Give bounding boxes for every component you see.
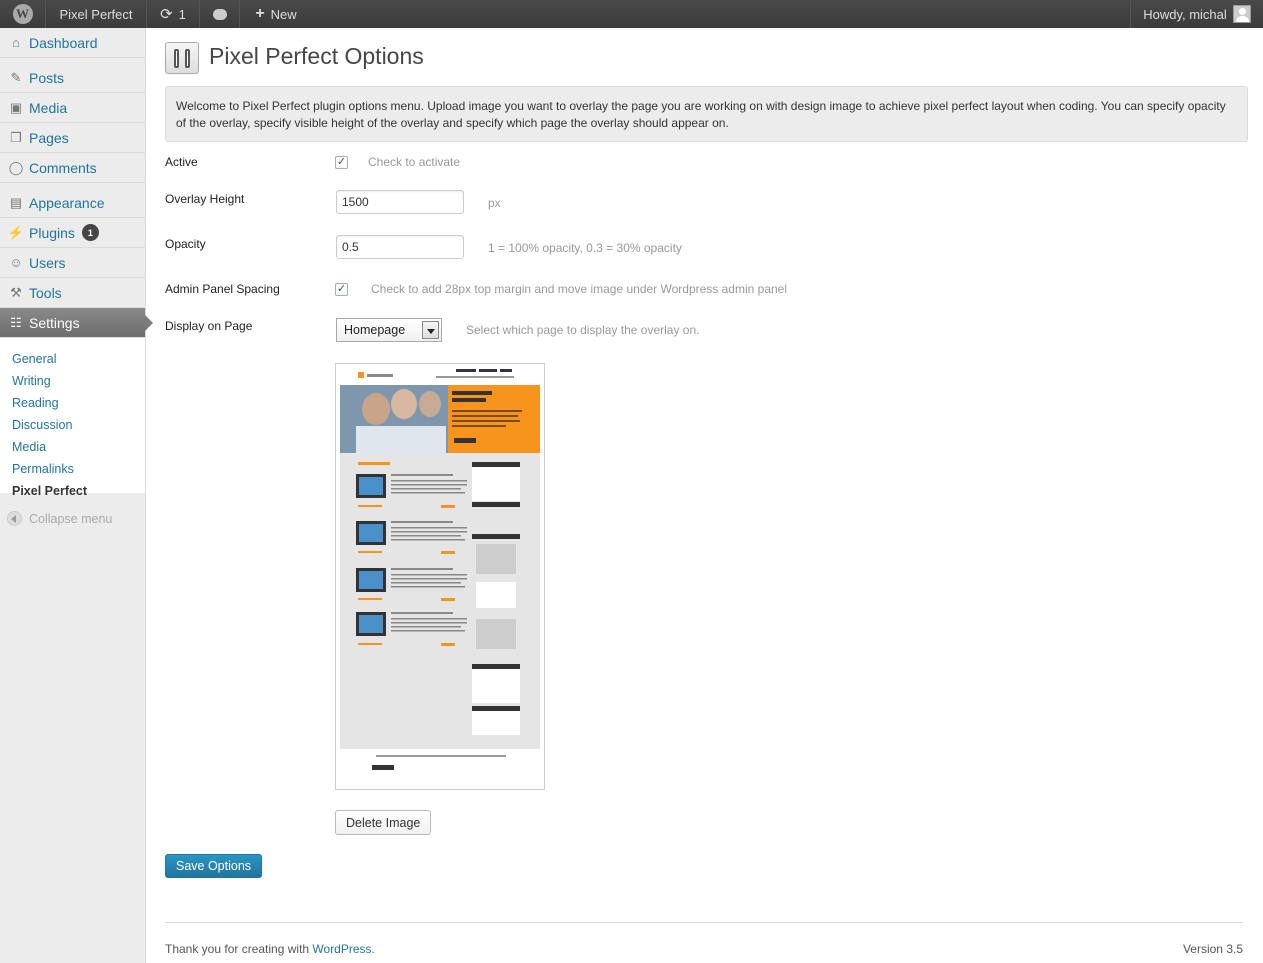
refresh-icon: ⟳ [160,6,173,23]
menu-posts[interactable]: ✎ Posts [0,63,145,93]
active-hint: Check to activate [368,155,461,169]
submenu-permalinks[interactable]: Permalinks [12,462,74,476]
footer-thanks: Thank you for creating with WordPress. [165,942,375,956]
submenu-pixel-perfect[interactable]: Pixel Perfect [12,484,87,498]
greeting-text: Howdy, michal [1143,6,1227,22]
menu-appearance[interactable]: ▤ Appearance [0,188,145,218]
menu-label: Tools [29,284,62,301]
intro-notice: Welcome to Pixel Perfect plugin options … [165,86,1248,142]
new-content-button[interactable]: + New [240,0,312,28]
menu-label: Users [29,254,66,271]
submenu-writing[interactable]: Writing [12,374,51,388]
overlay-height-label: Overlay Height [165,192,245,206]
settings-submenu: General Writing Reading Discussion Media… [0,338,145,498]
submenu-reading[interactable]: Reading [12,396,59,410]
settings-page-icon [165,42,199,74]
settings-icon: ☷ [10,314,22,330]
collapse-menu-button[interactable]: Collapse menu [7,511,112,526]
users-icon: ☺ [9,255,23,270]
active-label: Active [165,155,198,169]
menu-dashboard[interactable]: ⌂ Dashboard [0,28,145,58]
submenu-media[interactable]: Media [12,440,46,454]
updates-count: 1 [178,6,186,22]
menu-label: Media [29,99,68,116]
menu-label: Plugins [29,224,75,241]
save-options-button[interactable]: Save Options [165,854,263,878]
my-account-button[interactable]: Howdy, michal [1130,0,1263,28]
page-title: Pixel Perfect Options [209,43,424,69]
menu-label: Dashboard [29,34,98,51]
menu-comments[interactable]: ◯ Comments [0,153,145,183]
tools-icon: ⚒ [10,284,22,300]
new-label: New [270,6,297,22]
overlay-image-preview [335,363,545,790]
collapse-label: Collapse menu [29,511,113,526]
menu-label: Posts [29,69,65,86]
appearance-icon: ▤ [9,194,23,210]
submenu-discussion[interactable]: Discussion [12,418,72,432]
menu-users[interactable]: ☺ Users [0,248,145,278]
menu-plugins[interactable]: ⚡ Plugins 1 [0,218,145,248]
menu-settings[interactable]: ☷ Settings [0,308,153,338]
updates-button[interactable]: ⟳ 1 [147,0,200,28]
menu-media[interactable]: ▣ Media [0,93,145,123]
active-checkbox[interactable]: ✓ [335,156,348,169]
site-name-link[interactable]: Pixel Perfect [46,0,147,28]
comment-bubble-icon [212,8,227,20]
opacity-hint: 1 = 100% opacity, 0.3 = 30% opacity [488,241,682,255]
wordpress-logo-icon: W [12,4,33,24]
admin-spacing-label: Admin Panel Spacing [165,282,280,296]
opacity-label: Opacity [165,237,206,251]
footer-divider [165,922,1243,923]
chevron-down-icon [422,321,439,339]
opacity-input[interactable] [336,235,464,259]
menu-label: Settings [29,314,80,331]
collapse-arrow-icon [7,511,22,526]
footer-thanks-dot: . [371,942,375,956]
menu-tools[interactable]: ⚒ Tools [0,278,145,308]
display-page-select[interactable]: Homepage [336,318,442,342]
footer-version: Version 3.5 [1182,942,1243,956]
submenu-general[interactable]: General [12,352,56,366]
pushpin-icon: ✎ [10,69,22,85]
comments-button[interactable] [200,0,240,28]
admin-spacing-checkbox[interactable]: ✓ [335,283,348,296]
plugins-update-badge: 1 [81,224,99,241]
plus-icon: + [255,5,265,22]
wordpress-link[interactable]: WordPress [312,942,371,956]
admin-bar: W Pixel Perfect ⟳ 1 + New Howdy, michal [0,0,1263,28]
dashboard-icon: ⌂ [12,35,20,50]
display-page-hint: Select which page to display the overlay… [466,323,700,337]
media-icon: ▣ [9,99,23,115]
plugin-icon: ⚡ [7,224,25,240]
admin-spacing-hint: Check to add 28px top margin and move im… [371,282,788,296]
display-page-value: Homepage [344,323,406,337]
avatar-icon [1232,5,1251,23]
delete-image-button[interactable]: Delete Image [335,810,432,835]
overlay-height-input[interactable] [336,190,464,214]
overlay-height-unit: px [488,196,501,210]
menu-label: Pages [29,129,69,146]
pages-icon: ❐ [10,129,22,145]
menu-pages[interactable]: ❐ Pages [0,123,145,153]
footer-thanks-text: Thank you for creating with [165,942,313,956]
overlay-thumbnail [336,364,544,789]
menu-label: Comments [29,159,97,176]
comment-icon: ◯ [8,159,24,175]
admin-sidebar: ⌂ Dashboard ✎ Posts ▣ Media ❐ Pages ◯ Comment… [0,28,153,963]
menu-label: Appearance [29,194,105,211]
display-page-label: Display on Page [165,319,253,333]
wordpress-logo-button[interactable]: W [0,0,46,28]
